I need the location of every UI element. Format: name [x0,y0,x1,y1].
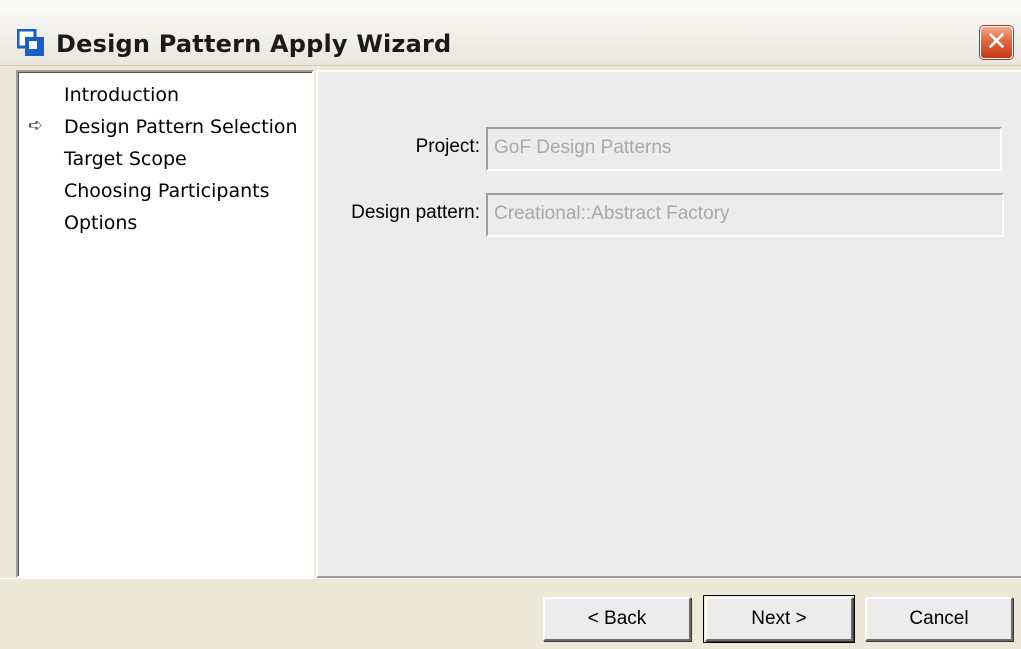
title-bar[interactable]: Design Pattern Apply Wizard ✕ [0,0,1021,66]
cancel-button[interactable]: Cancel [865,597,1013,641]
step-options: Options [64,212,138,234]
step-choosing-participants: Choosing Participants [64,180,270,202]
close-icon: ✕ [985,27,1008,57]
steps-panel: Introduction ➪ Design Pattern Selection … [16,70,314,578]
next-button[interactable]: Next > [703,595,855,643]
wizard-app-icon [17,29,44,56]
form-panel: Project: GoF Design Patterns Design patt… [316,70,1021,578]
step-introduction: Introduction [64,84,180,106]
design-pattern-label: Design pattern: [351,202,480,223]
button-bar: < Back Next > Cancel [0,578,1021,649]
close-button[interactable]: ✕ [980,26,1013,59]
step-target-scope: Target Scope [64,148,187,170]
project-field[interactable]: GoF Design Patterns [486,127,1002,171]
step-design-pattern-selection: Design Pattern Selection [64,116,298,138]
back-button[interactable]: < Back [543,597,691,641]
project-label: Project: [415,136,480,157]
window-title: Design Pattern Apply Wizard [56,30,452,58]
design-pattern-field[interactable]: Creational::Abstract Factory [486,193,1004,237]
wizard-window: Design Pattern Apply Wizard ✕ Introducti… [0,0,1021,649]
current-step-arrow-icon: ➪ [28,115,44,136]
wizard-content: Introduction ➪ Design Pattern Selection … [0,66,1021,649]
